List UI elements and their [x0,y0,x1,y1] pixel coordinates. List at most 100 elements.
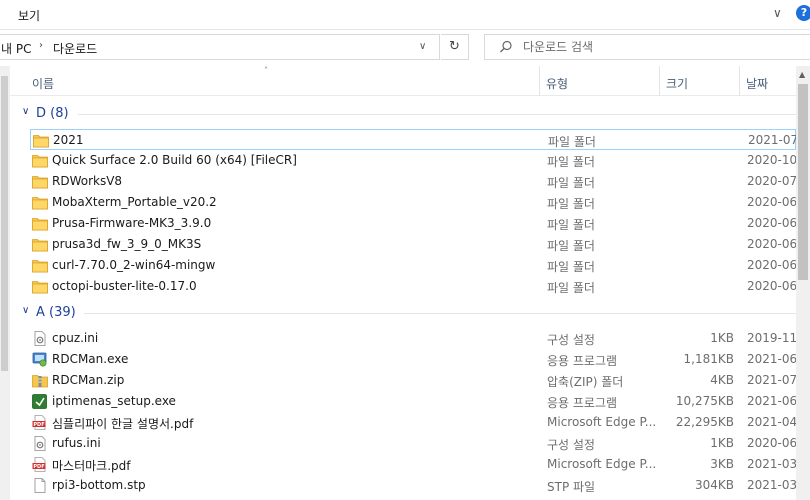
item-type: 파일 폴더 [547,239,595,253]
group-collapse-icon[interactable]: ∨ [22,305,29,316]
item-date: 2019-11 [747,331,798,345]
pdf-icon: PDF [32,457,48,472]
file-row[interactable]: rpi3-bottom.stp STP 파일 304KB 2021-03 [30,475,798,496]
folder-icon [33,133,49,148]
item-date: 2021-07 [747,373,798,387]
installer-icon [32,394,48,409]
group-collapse-icon[interactable]: ∨ [22,106,29,117]
item-size: 1KB [710,331,734,345]
item-type: 파일 폴더 [547,155,595,169]
item-date: 2021-06 [747,394,798,408]
item-date: 2020-06 [747,436,798,450]
item-size: 22,295KB [675,415,734,429]
item-type: 파일 폴더 [547,176,595,190]
column-header-type[interactable]: 유형 [540,66,660,96]
column-type-label: 유형 [546,77,569,91]
item-date: 2021-07 [748,133,799,147]
item-name: RDCMan.exe [52,352,129,366]
address-bar[interactable]: 내 PC › 다운로드 ∨ [0,34,440,60]
file-row[interactable]: PDF 심플리파이 한글 설명서.pdf Microsoft Edge P... 22… [30,412,798,433]
item-type: 파일 폴더 [547,197,595,211]
file-row[interactable]: iptimenas_setup.exe 응용 프로그램 10,275KB 2021-0… [30,391,798,412]
item-type: 파일 폴더 [547,218,595,232]
column-header-name[interactable]: ˄ 이름 [10,66,540,96]
column-header-date[interactable]: 날짜 [740,66,796,96]
scrollbar-thumb[interactable] [798,84,808,280]
item-name: iptimenas_setup.exe [52,394,176,408]
file-row[interactable]: rufus.ini 구성 설정 1KB 2020-06 [30,433,798,454]
address-history-dropdown-icon[interactable]: ∨ [419,41,426,52]
item-name: RDCMan.zip [52,373,125,387]
item-date: 2021-06 [747,352,798,366]
ribbon-expand-icon[interactable]: ∨ [773,6,787,20]
column-date-label: 날짜 [746,77,769,91]
group-header-d[interactable]: ∨ D (8) [22,104,796,124]
file-row[interactable]: PDF 마스터마크.pdf Microsoft Edge P... 3KB 2021-0… [30,454,798,475]
address-bar-row: 내 PC › 다운로드 ∨ ↻ [0,32,810,62]
item-name: octopi-buster-lite-0.17.0 [52,279,197,293]
item-type: 파일 폴더 [547,281,595,295]
item-size: 1,181KB [683,352,734,366]
item-date: 2020-06 [747,195,798,209]
group-title: D (8) [36,106,69,121]
folder-icon [32,258,48,273]
folder-row[interactable]: RDWorksV8 파일 폴더 2020-07 [30,171,797,192]
ribbon-tab-view[interactable]: 보기 [18,7,40,24]
search-box[interactable] [484,34,810,60]
item-date: 2021-04 [747,415,798,429]
item-date: 2020-06 [747,258,798,272]
ribbon-bar: 보기 ∨ ? [0,0,810,30]
group-divider [84,313,796,314]
folder-row[interactable]: 2021 파일 폴더 2021-07 [30,129,799,150]
item-name: Prusa-Firmware-MK3_3.9.0 [52,216,212,230]
pdf-icon: PDF [32,415,48,430]
file-row[interactable]: cpuz.ini 구성 설정 1KB 2019-11 [30,328,798,349]
sort-ascending-icon: ˄ [264,66,268,75]
svg-text:PDF: PDF [33,464,44,470]
help-icon[interactable]: ? [796,5,810,21]
column-header-size[interactable]: 크기 [660,66,740,96]
item-size: 4KB [710,373,734,387]
group-divider [78,114,796,115]
folder-icon [32,195,48,210]
scroll-up-icon[interactable]: ▲ [799,70,805,79]
item-type: 응용 프로그램 [547,354,618,368]
group-header-a[interactable]: ∨ A (39) [22,303,796,323]
left-pane-scrollbar[interactable] [0,66,10,500]
settings-file-icon [32,436,48,451]
folder-row[interactable]: Quick Surface 2.0 Build 60 (x64) [FileCR… [30,150,798,171]
item-type: 파일 폴더 [547,260,595,274]
item-name: rufus.ini [52,436,101,450]
breadcrumb-my-pc[interactable]: 내 PC [1,40,31,57]
breadcrumb-separator-icon[interactable]: › [39,40,43,51]
breadcrumb-downloads[interactable]: 다운로드 [53,40,97,57]
folder-row[interactable]: curl-7.70.0_2-win64-mingw 파일 폴더 2020-06 [30,255,798,276]
file-list[interactable]: ˄ 이름 유형 크기 날짜 ∨ D (8) 2021 파일 폴더 2021-07 Qu… [0,66,799,500]
item-name: RDWorksV8 [52,174,123,188]
folder-row[interactable]: octopi-buster-lite-0.17.0 파일 폴더 2020-06 [30,276,797,297]
item-type: Microsoft Edge P... [547,415,657,429]
folder-row[interactable]: prusa3d_fw_3_9_0_MK3S 파일 폴더 2020-06 [30,234,797,255]
file-row[interactable]: RDCMan.exe 응용 프로그램 1,181KB 2021-06 [30,349,798,370]
folder-row[interactable]: MobaXterm_Portable_v20.2 파일 폴더 2020-06 [30,192,798,213]
item-type: 압축(ZIP) 폴더 [547,375,624,389]
app-exe-icon [32,352,48,367]
folder-icon [32,237,48,252]
file-row[interactable]: RDCMan.zip 압축(ZIP) 폴더 4KB 2021-07 [30,370,798,391]
item-type: Microsoft Edge P... [547,457,657,471]
item-size: 3KB [710,457,734,471]
folder-row[interactable]: Prusa-Firmware-MK3_3.9.0 파일 폴더 2020-06 [30,213,797,234]
item-name: curl-7.70.0_2-win64-mingw [52,258,216,272]
item-date: 2021-03 [747,457,798,471]
refresh-button[interactable]: ↻ [441,34,469,60]
item-name: Quick Surface 2.0 Build 60 (x64) [FileCR… [52,153,297,167]
left-pane-scrollbar-thumb[interactable] [1,76,8,371]
item-size: 10,275KB [675,394,734,408]
item-type: 파일 폴더 [548,135,596,149]
folder-icon [32,279,48,294]
item-date: 2020-10 [747,153,798,167]
vertical-scrollbar[interactable]: ▲ [796,66,810,500]
item-date: 2021-03 [747,478,798,492]
folder-icon [32,153,48,168]
search-input[interactable] [523,39,803,55]
